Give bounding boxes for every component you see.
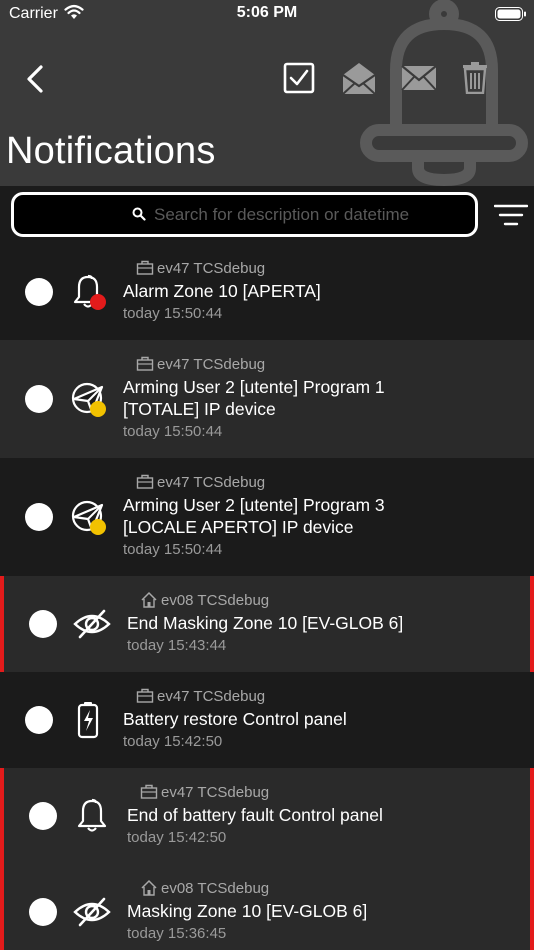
search-input[interactable] xyxy=(154,203,464,227)
select-radio[interactable] xyxy=(29,898,57,926)
header: Carrier 5:06 PM Notifications xyxy=(0,0,534,186)
envelope-icon xyxy=(401,65,437,91)
notification-datetime: today 15:42:50 xyxy=(127,829,227,846)
eye-slash-icon xyxy=(73,609,111,639)
home-icon xyxy=(141,591,157,608)
chevron-left-icon xyxy=(27,65,43,93)
status-bar: Carrier 5:06 PM xyxy=(0,0,534,28)
checkbox-icon xyxy=(283,62,315,94)
source-label: ev08 TCSdebug xyxy=(161,879,270,897)
notification-row[interactable]: ev08 TCSdebug End Masking Zone 10 [EV-GLO… xyxy=(0,576,534,672)
filter-button[interactable] xyxy=(493,200,529,232)
notification-source: ev47 TCSdebug xyxy=(127,782,507,802)
notification-description: Arming User 2 [utente] Program 3 [LOCALE… xyxy=(123,495,385,537)
notification-source: ev08 TCSdebug xyxy=(127,590,507,610)
notification-content: ev08 TCSdebug Masking Zone 10 [EV-GLOB 6]… xyxy=(127,878,507,943)
notification-source: ev08 TCSdebug xyxy=(127,878,507,898)
notification-description: Masking Zone 10 [EV-GLOB 6] xyxy=(127,901,368,921)
notification-content: ev08 TCSdebug End Masking Zone 10 [EV-GLO… xyxy=(127,590,507,655)
notification-source: ev47 TCSdebug xyxy=(123,354,413,374)
briefcase-icon xyxy=(140,784,158,799)
notification-datetime: today 15:36:45 xyxy=(127,925,227,942)
notification-content: ev47 TCSdebug Battery restore Control pan… xyxy=(123,686,403,751)
notification-source: ev47 TCSdebug xyxy=(123,258,403,278)
search-bar xyxy=(0,186,534,244)
notification-description: End Masking Zone 10 [EV-GLOB 6] xyxy=(127,613,404,633)
source-label: ev47 TCSdebug xyxy=(157,687,266,705)
trash-icon xyxy=(463,62,487,94)
page-title: Notifications xyxy=(6,130,216,172)
notification-source: ev47 TCSdebug xyxy=(123,472,413,492)
notification-content: ev47 TCSdebug Arming User 2 [utente] Prog… xyxy=(123,472,413,559)
notification-row[interactable]: ev47 TCSdebug Alarm Zone 10 [APERTA] today… xyxy=(0,244,534,340)
notification-description: Battery restore Control panel xyxy=(123,709,347,729)
arming-icon xyxy=(71,382,106,417)
source-label: ev47 TCSdebug xyxy=(157,355,266,373)
bell-icon xyxy=(73,274,106,310)
battery-icon xyxy=(77,702,99,739)
bell-icon xyxy=(77,798,107,832)
select-radio[interactable] xyxy=(25,385,53,413)
notification-datetime: today 15:50:44 xyxy=(123,423,223,440)
notification-content: ev47 TCSdebug End of battery fault Contro… xyxy=(127,782,507,847)
notification-description: Alarm Zone 10 [APERTA] xyxy=(123,281,321,301)
briefcase-icon xyxy=(136,356,154,371)
notification-datetime: today 15:42:50 xyxy=(123,733,223,750)
source-label: ev08 TCSdebug xyxy=(161,591,270,609)
briefcase-icon xyxy=(136,260,154,275)
notification-row[interactable]: ev47 TCSdebug Battery restore Control pan… xyxy=(0,672,534,768)
home-icon xyxy=(141,879,157,896)
select-radio[interactable] xyxy=(25,278,53,306)
notification-description: Arming User 2 [utente] Program 1 [TOTALE… xyxy=(123,377,385,419)
briefcase-icon xyxy=(136,688,154,703)
notification-datetime: today 15:43:44 xyxy=(127,637,227,654)
notification-source: ev47 TCSdebug xyxy=(123,686,403,706)
notification-content: ev47 TCSdebug Arming User 2 [utente] Prog… xyxy=(123,354,413,441)
notification-description: End of battery fault Control panel xyxy=(127,805,383,825)
notification-row[interactable]: ev08 TCSdebug Masking Zone 10 [EV-GLOB 6]… xyxy=(0,864,534,950)
source-label: ev47 TCSdebug xyxy=(161,783,270,801)
notification-datetime: today 15:50:44 xyxy=(123,541,223,558)
mark-unread-button[interactable] xyxy=(399,58,439,98)
notification-datetime: today 15:50:44 xyxy=(123,305,223,322)
select-radio[interactable] xyxy=(29,802,57,830)
notification-row[interactable]: ev47 TCSdebug End of battery fault Contro… xyxy=(0,768,534,864)
select-radio[interactable] xyxy=(25,706,53,734)
briefcase-icon xyxy=(136,474,154,489)
back-button[interactable] xyxy=(18,60,52,98)
arming-icon xyxy=(71,500,106,535)
select-radio[interactable] xyxy=(29,610,57,638)
source-label: ev47 TCSdebug xyxy=(157,473,266,491)
clock: 5:06 PM xyxy=(236,4,298,21)
envelope-open-icon xyxy=(342,63,376,95)
notification-row[interactable]: ev47 TCSdebug Arming User 2 [utente] Prog… xyxy=(0,458,534,576)
delete-button[interactable] xyxy=(455,58,495,98)
notification-row[interactable]: ev47 TCSdebug Arming User 2 [utente] Prog… xyxy=(0,340,534,458)
notification-list: ev47 TCSdebug Alarm Zone 10 [APERTA] today… xyxy=(0,244,534,950)
search-field[interactable] xyxy=(11,192,478,237)
mark-read-button[interactable] xyxy=(339,58,379,98)
source-label: ev47 TCSdebug xyxy=(157,259,266,277)
select-all-button[interactable] xyxy=(279,58,319,98)
battery-status-icon xyxy=(495,7,526,21)
search-icon xyxy=(132,207,146,221)
filter-icon xyxy=(493,204,529,226)
notification-content: ev47 TCSdebug Alarm Zone 10 [APERTA] today… xyxy=(123,258,403,323)
eye-slash-icon xyxy=(73,897,111,927)
select-radio[interactable] xyxy=(25,503,53,531)
